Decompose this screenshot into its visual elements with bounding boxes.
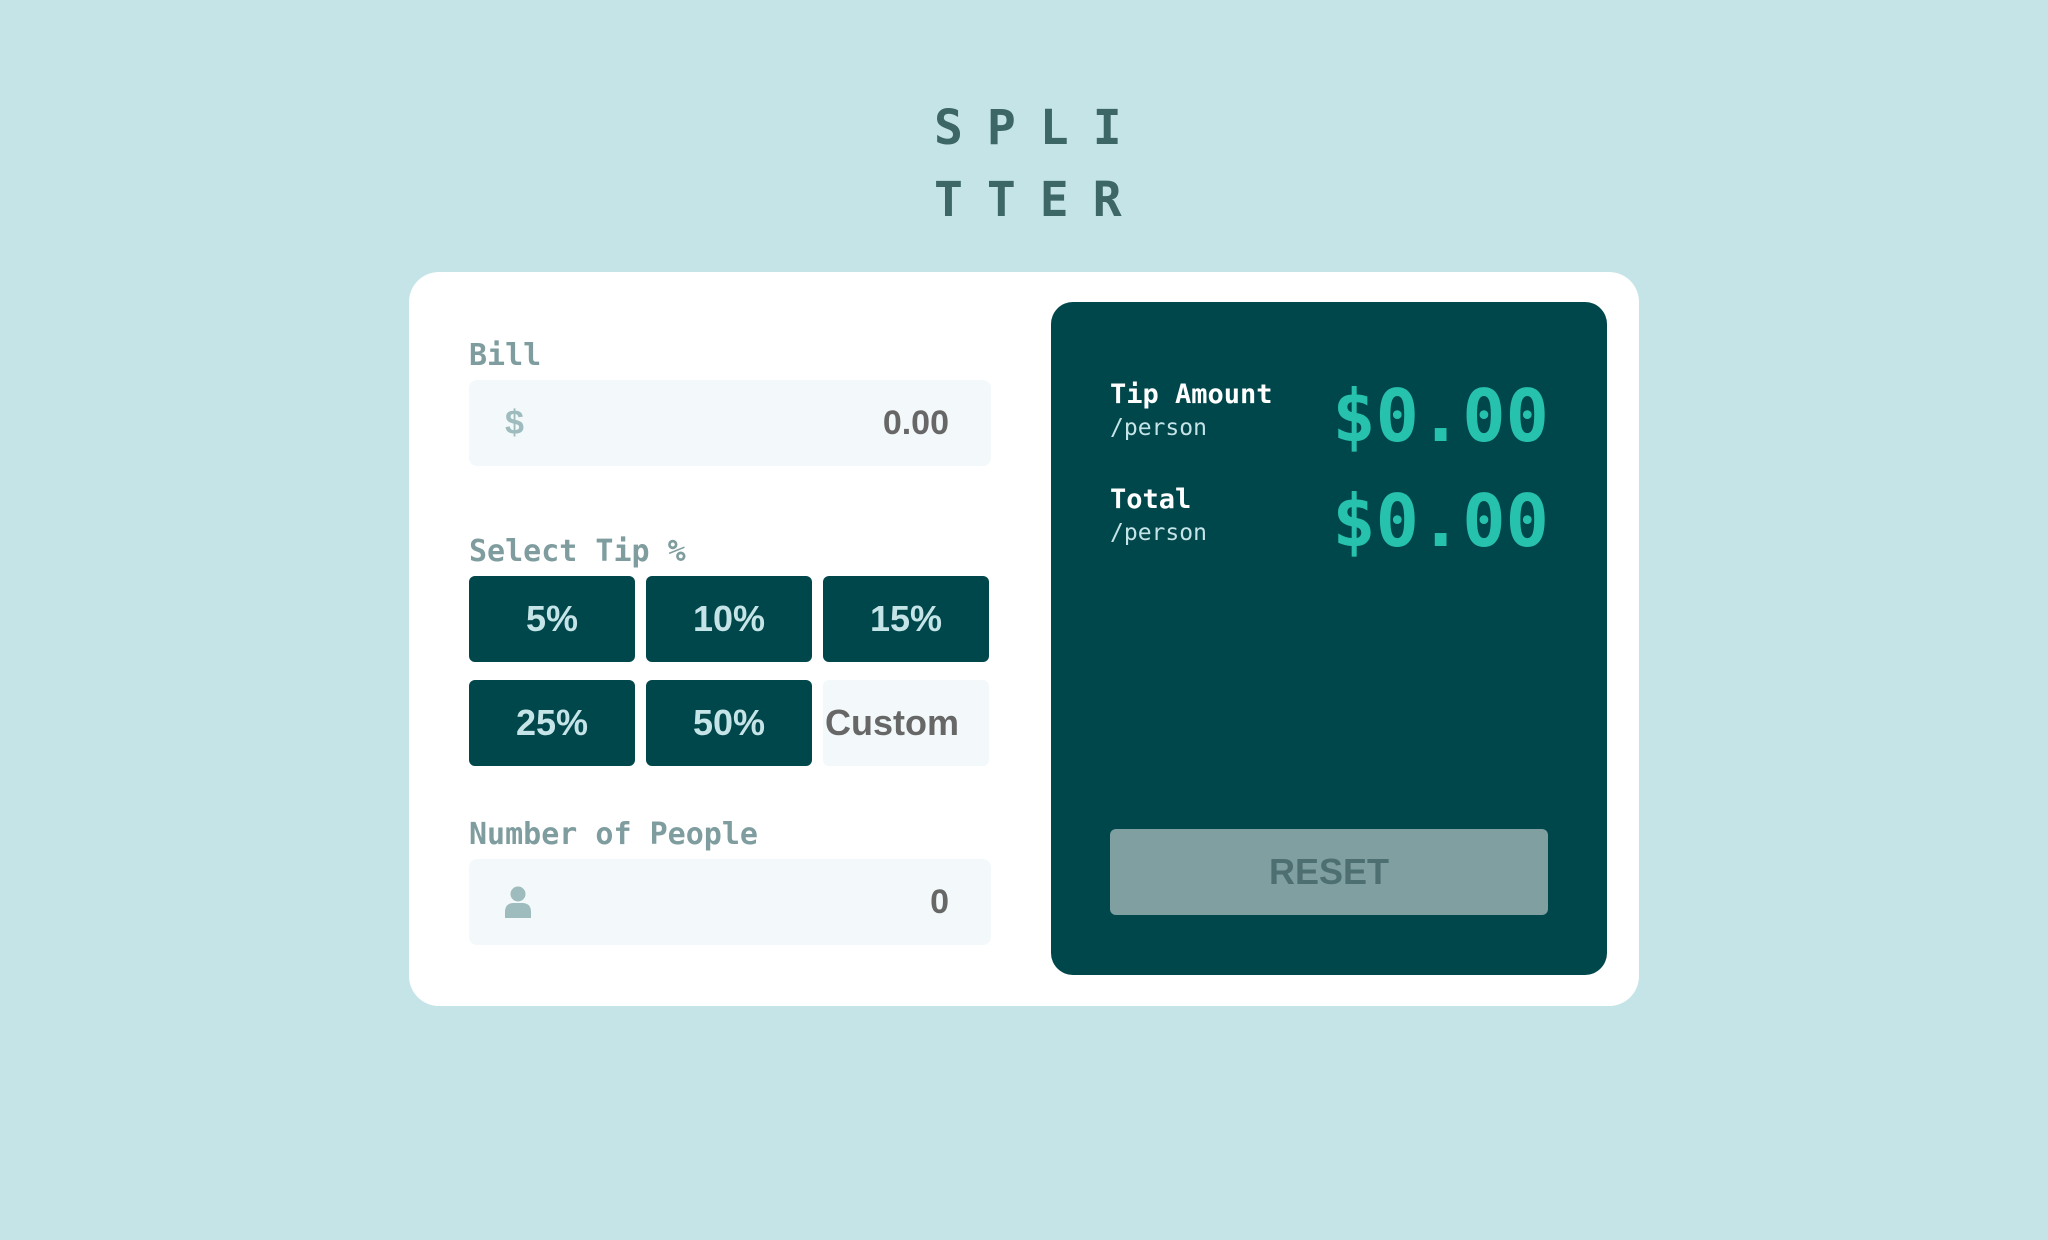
- calculator-card: Bill $ 0.00 Select Tip % 5% 10% 15% 25% …: [409, 272, 1639, 1006]
- dollar-icon-glyph: $: [505, 403, 524, 442]
- tip-amount-title: Tip Amount: [1110, 379, 1273, 410]
- results-panel: Tip Amount /person $0.00 Total /person $…: [1051, 302, 1607, 975]
- tip-amount-value: $0.00: [1332, 374, 1549, 458]
- total-unit: /person: [1110, 520, 1207, 546]
- custom-tip-placeholder: Custom: [825, 702, 959, 743]
- tip-amount-unit: /person: [1110, 415, 1207, 441]
- logo-line-1: SPLI: [934, 100, 1146, 156]
- tip-button-10[interactable]: 10%: [646, 576, 812, 662]
- app-logo: SPLI TTER: [934, 92, 1134, 236]
- total-title: Total: [1110, 484, 1192, 515]
- dollar-icon: $: [505, 380, 524, 466]
- tip-button-5[interactable]: 5%: [469, 576, 635, 662]
- number-of-people-label: Number of People: [469, 817, 758, 852]
- bill-input[interactable]: $ 0.00: [469, 380, 991, 466]
- select-tip-label: Select Tip %: [469, 534, 686, 569]
- custom-tip-input[interactable]: Custom: [823, 680, 989, 766]
- bill-input-value: 0.00: [882, 404, 949, 442]
- total-value: $0.00: [1332, 479, 1549, 563]
- tip-button-15[interactable]: 15%: [823, 576, 989, 662]
- reset-button[interactable]: RESET: [1110, 829, 1548, 915]
- people-input-value: 0: [930, 883, 949, 921]
- tip-button-25[interactable]: 25%: [469, 680, 635, 766]
- logo-line-2: TTER: [934, 172, 1146, 228]
- person-icon: [505, 859, 531, 945]
- tip-button-50[interactable]: 50%: [646, 680, 812, 766]
- bill-label: Bill: [469, 338, 542, 373]
- people-input[interactable]: 0: [469, 859, 991, 945]
